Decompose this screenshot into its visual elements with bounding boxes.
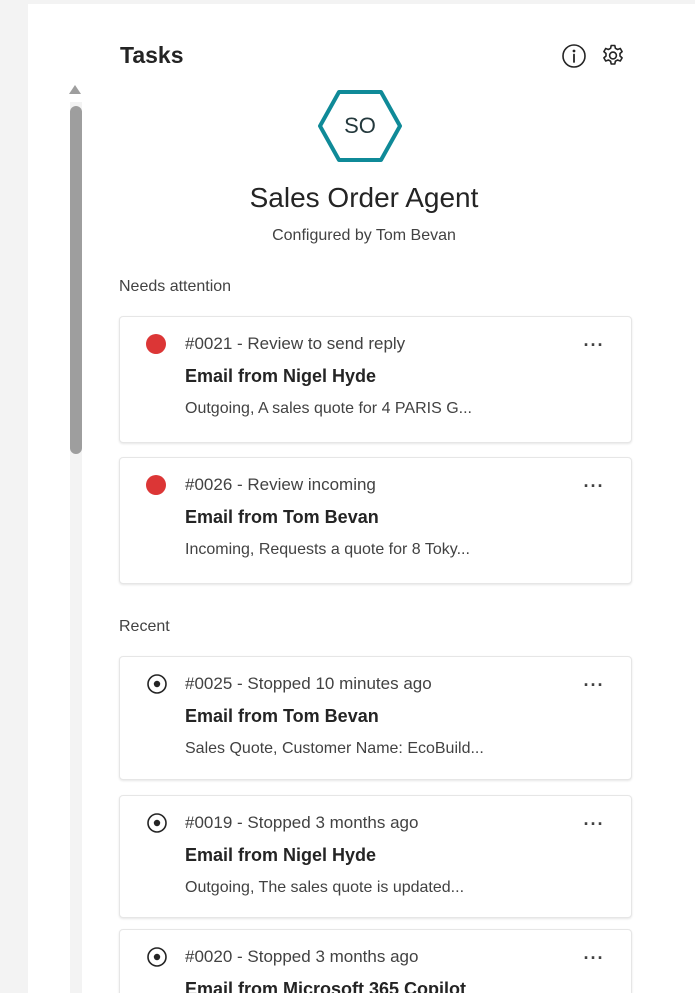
task-subject: Email from Nigel Hyde xyxy=(185,366,377,386)
task-subject: Email from Microsoft 365 Copilot xyxy=(185,979,467,993)
task-card[interactable]: #0019 - Stopped 3 months ago Email from … xyxy=(119,795,632,918)
tasks-panel: Tasks SO Sales Order Agent Configured by… xyxy=(28,4,695,993)
task-title: #0025 - Stopped 10 minutes ago xyxy=(185,674,432,693)
page-title: Tasks xyxy=(120,42,184,68)
task-summary: Outgoing, A sales quote for 4 PARIS G... xyxy=(185,400,472,417)
more-options-button[interactable]: ··· xyxy=(580,476,608,496)
task-title: #0026 - Review incoming xyxy=(185,475,376,494)
gear-icon[interactable] xyxy=(599,42,627,70)
section-needs-attention: Needs attention xyxy=(119,278,232,295)
task-summary: Outgoing, The sales quote is updated... xyxy=(185,879,465,896)
more-options-button[interactable]: ··· xyxy=(580,814,608,834)
agent-initials: SO xyxy=(344,113,376,138)
stopped-status-icon xyxy=(147,674,167,694)
agent-name: Sales Order Agent xyxy=(249,182,479,213)
task-subject: Email from Nigel Hyde xyxy=(185,845,377,865)
task-title: #0020 - Stopped 3 months ago xyxy=(185,947,419,966)
more-options-button[interactable]: ··· xyxy=(580,675,608,695)
task-subject: Email from Tom Bevan xyxy=(185,706,379,726)
scroll-up-arrow[interactable] xyxy=(69,85,81,94)
task-title: #0019 - Stopped 3 months ago xyxy=(185,813,419,832)
stopped-status-icon xyxy=(147,947,167,967)
more-options-button[interactable]: ··· xyxy=(580,335,608,355)
task-card[interactable]: #0020 - Stopped 3 months ago Email from … xyxy=(119,929,632,993)
attention-status-icon xyxy=(146,334,166,354)
task-summary: Sales Quote, Customer Name: EcoBuild... xyxy=(185,740,484,757)
task-subject: Email from Tom Bevan xyxy=(185,507,379,527)
agent-configured-by: Configured by Tom Bevan xyxy=(272,227,456,244)
task-summary: Incoming, Requests a quote for 8 Toky... xyxy=(185,541,470,558)
stopped-status-icon xyxy=(147,813,167,833)
task-title: #0021 - Review to send reply xyxy=(185,334,406,353)
task-card[interactable]: #0021 - Review to send reply Email from … xyxy=(119,316,632,443)
task-card[interactable]: #0025 - Stopped 10 minutes ago Email fro… xyxy=(119,656,632,780)
attention-status-icon xyxy=(146,475,166,495)
scrollbar-thumb[interactable] xyxy=(70,106,82,454)
section-recent: Recent xyxy=(119,618,170,635)
more-options-button[interactable]: ··· xyxy=(580,948,608,968)
task-card[interactable]: #0026 - Review incoming Email from Tom B… xyxy=(119,457,632,584)
info-icon[interactable] xyxy=(560,42,588,70)
